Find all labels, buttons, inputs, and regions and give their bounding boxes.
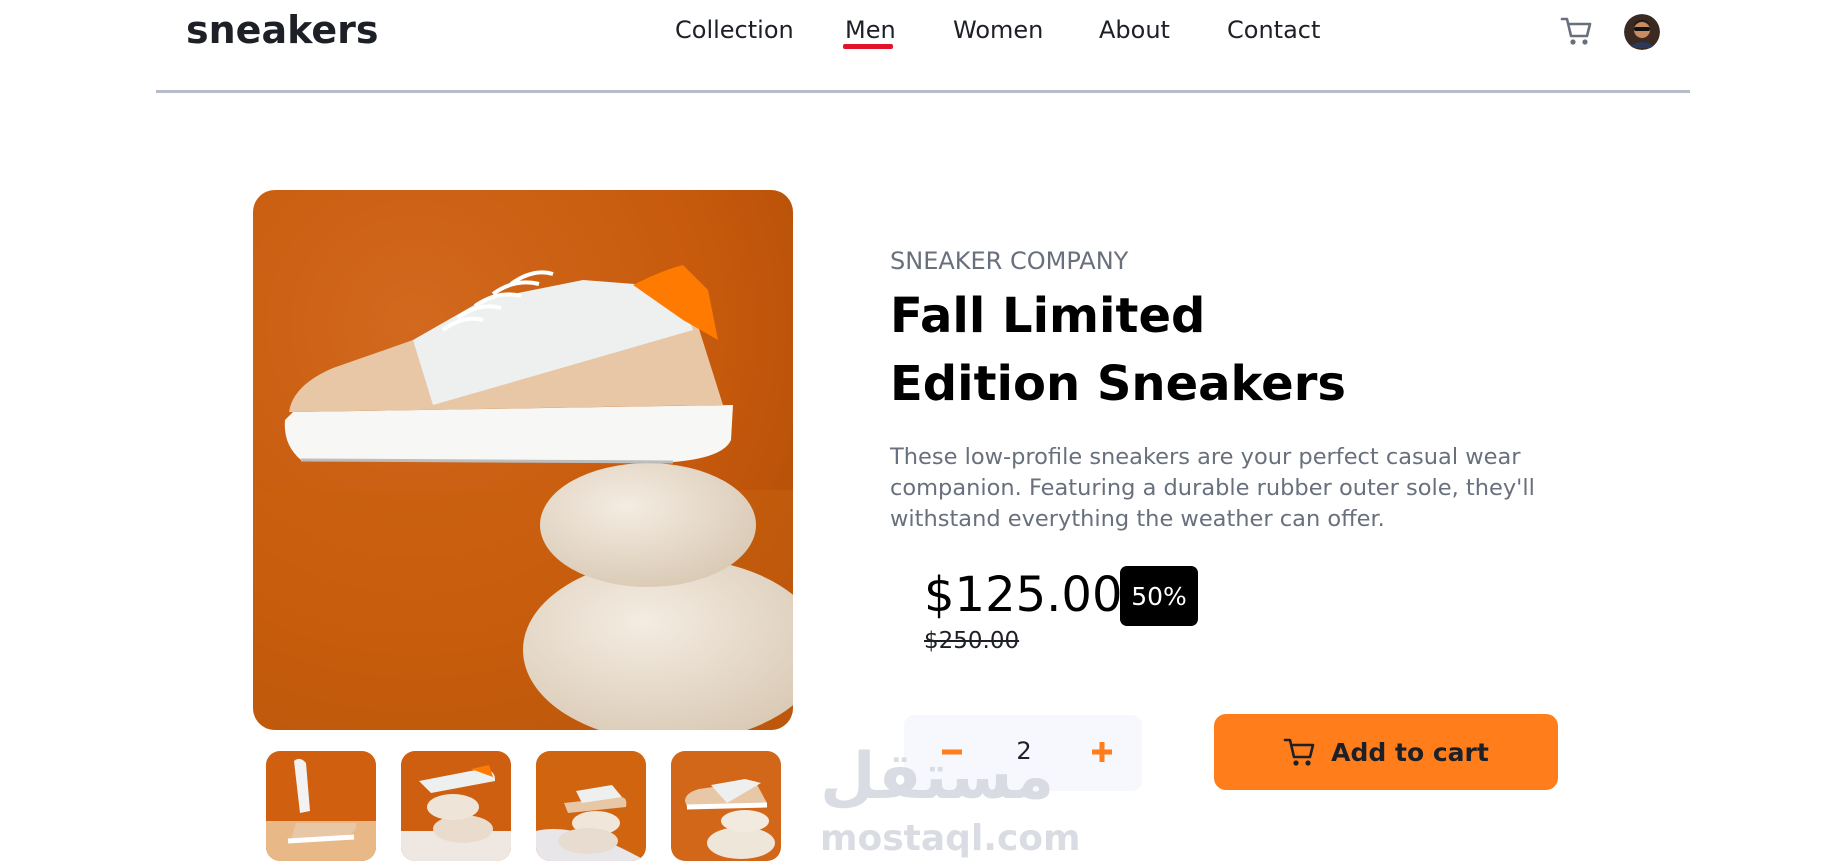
cart-icon[interactable] — [1560, 14, 1594, 48]
nav-collection[interactable]: Collection — [675, 16, 794, 44]
nav-women[interactable]: Women — [953, 16, 1043, 44]
product-thumbnail[interactable] — [671, 751, 781, 861]
discount-badge: 50% — [1120, 566, 1198, 626]
brand-logo[interactable]: sneakers — [186, 8, 378, 52]
company-name: SNEAKER COMPANY — [890, 247, 1129, 275]
cart-icon — [1283, 738, 1315, 766]
nav-about[interactable]: About — [1099, 16, 1170, 44]
product-thumbnail[interactable] — [266, 751, 376, 861]
increase-quantity-button[interactable] — [1082, 728, 1122, 776]
current-price: $125.00 — [924, 567, 1123, 623]
header-divider — [156, 90, 1690, 93]
watermark-latin: mostaql.com — [820, 818, 1081, 859]
product-main-image[interactable] — [253, 190, 793, 730]
user-avatar[interactable] — [1624, 14, 1660, 50]
nav-contact[interactable]: Contact — [1227, 16, 1320, 44]
add-to-cart-label: Add to cart — [1331, 737, 1489, 767]
product-title: Fall Limited Edition Sneakers — [890, 288, 1346, 412]
nav-men[interactable]: Men — [845, 16, 896, 44]
original-price: $250.00 — [924, 628, 1020, 654]
plus-icon — [1092, 742, 1112, 762]
watermark-arabic: مستقل — [820, 740, 1055, 814]
product-description: These low-profile sneakers are your perf… — [890, 444, 1535, 532]
product-thumbnail[interactable] — [536, 751, 646, 861]
add-to-cart-button[interactable]: Add to cart — [1214, 714, 1558, 790]
product-thumbnail[interactable] — [401, 751, 511, 861]
nav-active-indicator — [843, 44, 893, 49]
